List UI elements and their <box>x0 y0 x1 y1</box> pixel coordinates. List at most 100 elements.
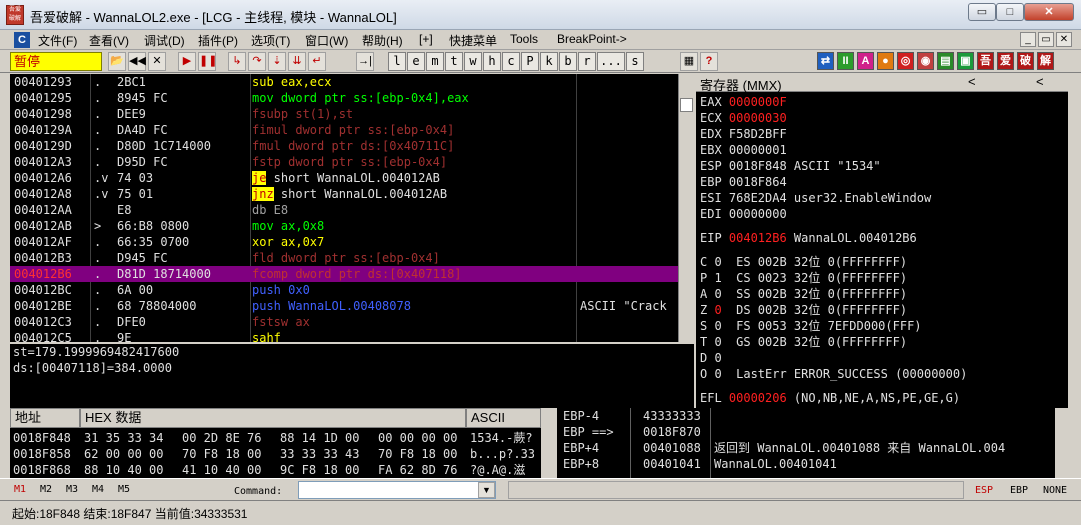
disassembly-pane[interactable]: 00401293. 2BC1 sub eax,ecx 00401295. 8945 FC… <box>10 74 694 342</box>
register-value[interactable]: 0000000F <box>729 95 787 109</box>
register-value[interactable]: 0018F848 <box>729 159 787 173</box>
instruction-row[interactable]: 004012C5. 9E sahf <box>10 330 678 342</box>
register-line[interactable]: EIP 004012B6 WannaLOL.004012B6 <box>700 230 917 246</box>
log-window-button[interactable]: l <box>388 52 406 71</box>
plugin-target-icon[interactable]: ◎ <box>897 52 914 70</box>
help-icon[interactable]: ? <box>700 52 718 71</box>
registers-scrollbar[interactable] <box>1068 74 1081 408</box>
instruction-row[interactable]: 004012A3. D95D FC fstp dword ptr ss:[ebp-0… <box>10 154 678 170</box>
ai-logo-icon[interactable]: 爱 <box>997 52 1014 70</box>
grid-icon[interactable]: ▦ <box>680 52 698 71</box>
register-line[interactable]: ECX 00000030 <box>700 110 787 126</box>
flag-line[interactable]: D 0 <box>700 350 722 366</box>
menu-tools[interactable]: Tools <box>510 32 538 46</box>
flag-value[interactable]: 0 <box>714 367 721 381</box>
flag-line[interactable]: T 0 GS 002B 32位 0(FFFFFFFF) <box>700 334 907 350</box>
instruction-row[interactable]: 004012A6 .v 74 03 je short WannaLOL.004012A… <box>10 170 678 186</box>
register-line[interactable]: EAX 0000000F <box>700 94 787 110</box>
open-icon[interactable]: 📂 <box>108 52 126 71</box>
references-button[interactable]: r <box>578 52 596 71</box>
registers-prev-icon[interactable]: < <box>968 74 976 89</box>
run-icon[interactable]: ▶ <box>178 52 196 71</box>
menu-debug[interactable]: 调试(D) <box>144 32 185 49</box>
menu-window[interactable]: 窗口(W) <box>305 32 348 49</box>
plugin-pause-icon[interactable]: II <box>837 52 854 70</box>
instruction-row[interactable]: 00401295. 8945 FC mov dword ptr ss:[ebp-0x… <box>10 90 678 106</box>
plugin-swap-icon[interactable]: ⇄ <box>817 52 834 70</box>
step-over-icon[interactable]: ↷ <box>248 52 266 71</box>
register-line[interactable]: EDX F58D2BFF <box>700 126 787 142</box>
menu-shortcut[interactable]: 快捷菜单 <box>449 32 497 49</box>
registers-next-icon[interactable]: < <box>1036 74 1044 89</box>
instruction-row[interactable]: 004012BC. 6A 00 push 0x0 <box>10 282 678 298</box>
plugin-circle-icon[interactable]: ◉ <box>917 52 934 70</box>
dump-tab-m3[interactable]: M3 <box>66 484 78 495</box>
menu-view[interactable]: 查看(V) <box>89 32 129 49</box>
instruction-row[interactable]: 004012C3. DFE0 fstsw ax <box>10 314 678 330</box>
dump-scrollbar[interactable] <box>541 428 555 478</box>
memory-dump-pane[interactable]: 地址 HEX 数据 ASCII 0018F848 31 35 33 34 00 2D… <box>10 408 555 478</box>
register-line[interactable]: EDI 00000000 <box>700 206 787 222</box>
register-value[interactable]: 00000030 <box>729 111 787 125</box>
menu-options[interactable]: 选项(T) <box>251 32 290 49</box>
close-program-icon[interactable]: ✕ <box>148 52 166 71</box>
menu-plugins[interactable]: 插件(P) <box>198 32 238 49</box>
dump-tab-m4[interactable]: M4 <box>92 484 104 495</box>
dump-col-hex[interactable]: HEX 数据 <box>80 408 466 428</box>
breakpoints-button[interactable]: b <box>559 52 577 71</box>
flag-line[interactable]: O 0 LastErr ERROR_SUCCESS (00000000) <box>700 366 967 382</box>
plugin-box-icon[interactable]: ▣ <box>957 52 974 70</box>
mdi-minimize-button[interactable]: _ <box>1020 32 1036 47</box>
execute-till-return-icon[interactable]: ↵ <box>308 52 326 71</box>
registers-pane[interactable]: 寄存器 (MMX) < < EAX 0000000F ECX 00000030 ED… <box>696 74 1068 408</box>
instruction-row[interactable]: 0040129D. D80D 1C714000 fmul dword ptr ds:… <box>10 138 678 154</box>
dump-tab-m1[interactable]: M1 <box>14 484 26 495</box>
flag-line[interactable]: C 0 ES 002B 32位 0(FFFFFFFF) <box>700 254 907 270</box>
register-line[interactable]: ESI 768E2DA4 user32.EnableWindow <box>700 190 931 206</box>
instruction-row[interactable]: 004012A8 .v 75 01 jnz short WannaLOL.004012… <box>10 186 678 202</box>
chevron-down-icon[interactable]: ▼ <box>478 482 495 498</box>
menu-plus[interactable]: [+] <box>419 32 433 46</box>
stack-tab-ebp[interactable]: EBP <box>1010 485 1028 496</box>
register-line[interactable]: ESP 0018F848 ASCII "1534" <box>700 158 881 174</box>
dump-col-address[interactable]: 地址 <box>10 408 80 428</box>
disassembly-scrollbar[interactable] <box>678 74 694 342</box>
register-value[interactable]: 00000001 <box>729 143 787 157</box>
plugin-dot-icon[interactable]: ● <box>877 52 894 70</box>
flag-value[interactable]: 0 <box>714 255 721 269</box>
menu-file[interactable]: 文件(F) <box>38 32 77 49</box>
instruction-row[interactable]: 00401293. 2BC1 sub eax,ecx <box>10 74 678 90</box>
menu-breakpoint[interactable]: BreakPoint-> <box>557 32 627 46</box>
trace-into-icon[interactable]: ⇣ <box>268 52 286 71</box>
trace-over-icon[interactable]: ⇊ <box>288 52 306 71</box>
register-value[interactable]: 0018F864 <box>729 175 787 189</box>
instruction-row[interactable]: 004012BE. 68 78804000 push WannaLOL.004080… <box>10 298 678 314</box>
dump-tab-m2[interactable]: M2 <box>40 484 52 495</box>
stack-tab-none[interactable]: NONE <box>1043 485 1067 496</box>
register-line[interactable]: EFL 00000206 (NO,NB,NE,A,NS,PE,GE,G) <box>700 390 960 406</box>
registers-title[interactable]: 寄存器 (MMX) <box>700 75 782 94</box>
instruction-row[interactable]: 00401298. DEE9 fsubp st(1),st <box>10 106 678 122</box>
flag-line[interactable]: P 1 CS 0023 32位 0(FFFFFFFF) <box>700 270 907 286</box>
register-line[interactable]: EBP 0018F864 <box>700 174 787 190</box>
flag-value[interactable]: 0 <box>714 287 721 301</box>
selected-instruction-row[interactable]: 004012B6. D81D 18714000 fcomp dword ptr ds… <box>10 266 678 282</box>
go-to-icon[interactable]: →| <box>356 52 374 71</box>
instruction-row[interactable]: 004012B3. D945 FC fld dword ptr ss:[ebp-0x… <box>10 250 678 266</box>
register-value[interactable]: F58D2BFF <box>729 127 787 141</box>
minimize-button[interactable]: ▭ <box>968 3 996 21</box>
handles-button[interactable]: h <box>483 52 501 71</box>
pause-icon[interactable]: ❚❚ <box>198 52 217 71</box>
mdi-child-icon[interactable]: C <box>14 32 30 48</box>
modules-button[interactable]: e <box>407 52 425 71</box>
register-value[interactable]: 00000000 <box>729 207 787 221</box>
cpu-button[interactable]: c <box>502 52 520 71</box>
instruction-row[interactable]: 004012AA E8 db E8 <box>10 202 678 218</box>
menu-help[interactable]: 帮助(H) <box>362 32 403 49</box>
scroll-thumb[interactable] <box>680 98 693 112</box>
call-stack-button[interactable]: k <box>540 52 558 71</box>
source-button[interactable]: s <box>626 52 644 71</box>
plugin-a-icon[interactable]: A <box>857 52 874 70</box>
run-trace-button[interactable]: ... <box>597 52 625 71</box>
stack-pane[interactable]: EBP-4 43333333 EBP ==> 0018F870 EBP+4 0040108… <box>557 408 1068 478</box>
